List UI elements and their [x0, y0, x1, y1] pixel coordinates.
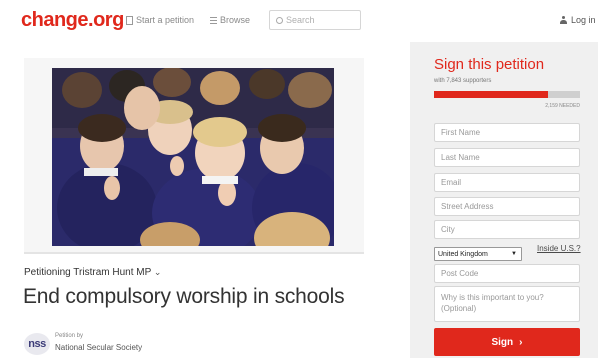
praying-children-image — [52, 68, 334, 246]
country-select[interactable]: United Kingdom ▼ — [434, 247, 522, 261]
first-name-field[interactable] — [434, 123, 580, 142]
search-icon — [276, 16, 283, 24]
signatures-needed: 2,159 NEEDED — [545, 103, 580, 109]
petition-author[interactable]: National Secular Society — [55, 343, 142, 352]
sign-panel: Sign this petition with 7,843 supporters… — [410, 42, 598, 358]
browse-link[interactable]: Browse — [210, 15, 250, 25]
petition-target-label: Petitioning Tristram Hunt MP — [24, 267, 152, 278]
user-icon — [560, 16, 567, 24]
change-org-logo[interactable]: change.org — [21, 9, 124, 32]
document-icon — [126, 15, 133, 25]
progress-fill — [434, 91, 548, 98]
sign-button[interactable]: Sign › — [434, 328, 580, 356]
email-field[interactable] — [434, 173, 580, 192]
nss-logo: nss — [24, 333, 50, 355]
petition-media — [24, 58, 364, 254]
signature-progress-bar — [434, 91, 580, 98]
city-field[interactable] — [434, 220, 580, 239]
petition-target[interactable]: Petitioning Tristram Hunt MP ⌄ — [24, 267, 161, 278]
petition-title: End compulsory worship in schools — [23, 285, 345, 308]
petition-by-label: Petition by — [55, 333, 84, 339]
sign-heading: Sign this petition — [434, 56, 545, 73]
login-link[interactable]: Log in — [560, 15, 596, 25]
search-box[interactable] — [269, 10, 361, 30]
last-name-field[interactable] — [434, 148, 580, 167]
start-petition-label: Start a petition — [136, 15, 195, 25]
chevron-down-icon: ⌄ — [153, 267, 162, 277]
inside-us-link[interactable]: Inside U.S.? — [537, 244, 581, 253]
postcode-field[interactable] — [434, 264, 580, 283]
search-input[interactable] — [286, 15, 356, 25]
supporter-count: with 7,843 supporters — [434, 78, 492, 84]
login-label: Log in — [571, 15, 596, 25]
start-petition-link[interactable]: Start a petition — [126, 15, 194, 25]
top-header: change.org Start a petition Browse Log i… — [0, 0, 598, 42]
chevron-right-icon: › — [519, 336, 523, 348]
street-address-field[interactable] — [434, 197, 580, 216]
browse-label: Browse — [220, 15, 251, 25]
reason-textarea[interactable] — [434, 286, 580, 322]
list-icon — [210, 16, 217, 24]
sign-button-label: Sign — [491, 336, 514, 348]
petition-photo — [52, 68, 334, 246]
dropdown-arrow-icon: ▼ — [511, 251, 517, 257]
country-select-value: United Kingdom — [438, 250, 488, 258]
